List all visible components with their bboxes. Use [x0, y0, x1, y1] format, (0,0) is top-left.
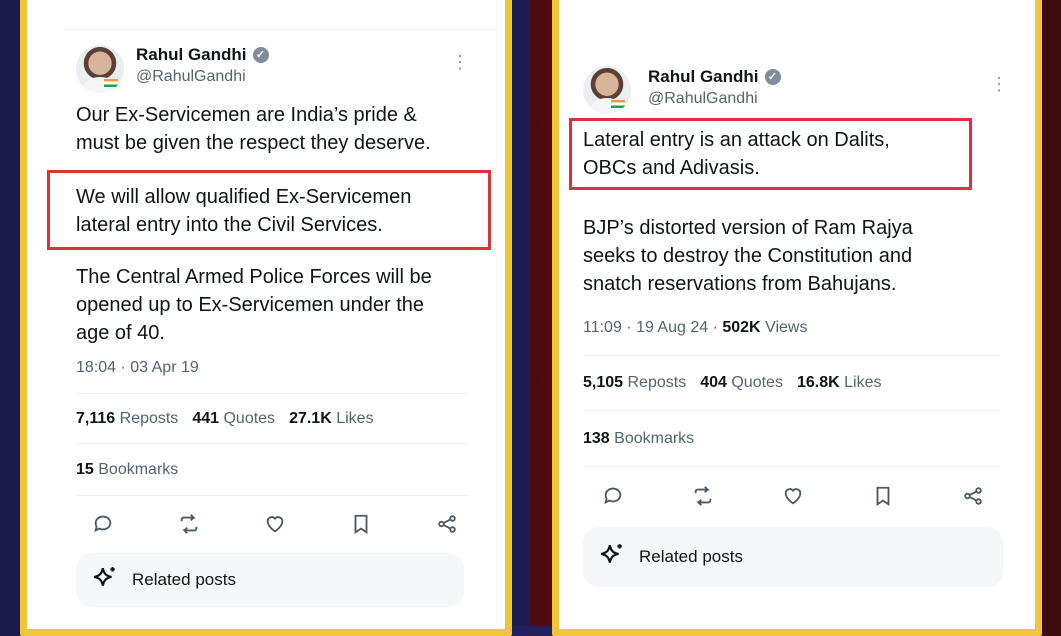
- related-posts-label: Related posts: [639, 547, 743, 566]
- verified-icon: ✓: [764, 69, 781, 85]
- text-line: OBCs and Adivasis.: [583, 157, 760, 179]
- likes-stat[interactable]: 16.8K Likes: [797, 374, 882, 392]
- author-handle[interactable]: @RahulGandhi: [136, 68, 246, 86]
- sparkle-icon: [599, 542, 625, 573]
- right-tweet-card: Rahul Gandhi ✓ @RahulGandhi ⋮ Lateral en…: [559, 0, 1035, 629]
- text-line: snatch reservations from Bahujans.: [583, 273, 897, 295]
- text-line: The Central Armed Police Forces will be: [76, 266, 432, 288]
- bookmark-icon[interactable]: [350, 513, 372, 540]
- share-icon[interactable]: [962, 485, 984, 512]
- top-divider: [63, 29, 495, 30]
- author-handle[interactable]: @RahulGandhi: [648, 90, 758, 108]
- share-icon[interactable]: [436, 513, 458, 540]
- engagement-stats: 7,116 Reposts 441 Quotes 27.1K Likes: [76, 410, 374, 428]
- action-bar: [602, 485, 984, 512]
- timestamp[interactable]: 18:04 · 03 Apr 19: [76, 359, 199, 377]
- divider: [583, 355, 1000, 356]
- avatar[interactable]: [583, 66, 631, 114]
- divider: [76, 495, 469, 496]
- text-line: must be given the respect they deserve.: [76, 132, 431, 154]
- engagement-stats: 5,105 Reposts 404 Quotes 16.8K Likes: [583, 374, 881, 392]
- related-posts-label: Related posts: [132, 570, 236, 589]
- text-line: lateral entry into the Civil Services.: [76, 214, 383, 236]
- tweet-paragraph-3: The Central Armed Police Forces will be …: [76, 263, 432, 347]
- related-posts-button[interactable]: Related posts: [583, 527, 1003, 587]
- views-label: Views: [765, 319, 808, 336]
- left-tweet-frame: Rahul Gandhi ✓ @RahulGandhi ⋮ Our Ex-Ser…: [20, 0, 512, 636]
- divider: [76, 393, 469, 394]
- bookmark-icon[interactable]: [872, 485, 894, 512]
- text-line: We will allow qualified Ex-Servicemen: [76, 186, 412, 208]
- repost-icon[interactable]: [178, 513, 200, 540]
- timestamp[interactable]: 11:09 · 19 Aug 24 ·: [583, 319, 722, 336]
- action-bar: [92, 513, 458, 540]
- tweet-paragraph-2: BJP’s distorted version of Ram Rajya see…: [583, 214, 913, 298]
- bookmarks-stats: 138 Bookmarks: [583, 430, 694, 448]
- bookmarks-stat[interactable]: 138 Bookmarks: [583, 430, 694, 448]
- right-tweet-frame: Rahul Gandhi ✓ @RahulGandhi ⋮ Lateral en…: [552, 0, 1042, 636]
- more-icon[interactable]: ⋮: [451, 53, 469, 71]
- more-icon[interactable]: ⋮: [990, 75, 1008, 93]
- likes-stat[interactable]: 27.1K Likes: [289, 410, 374, 428]
- bookmarks-stats: 15 Bookmarks: [76, 461, 178, 479]
- left-tweet-card: Rahul Gandhi ✓ @RahulGandhi ⋮ Our Ex-Ser…: [27, 0, 505, 629]
- like-icon[interactable]: [264, 513, 286, 540]
- verified-icon: ✓: [252, 47, 269, 63]
- related-posts-button[interactable]: Related posts: [76, 553, 464, 607]
- tweet-paragraph-1: Lateral entry is an attack on Dalits, OB…: [583, 126, 890, 182]
- quotes-stat[interactable]: 404 Quotes: [700, 374, 783, 392]
- text-line: seeks to destroy the Constitution and: [583, 245, 913, 267]
- divider: [583, 410, 1000, 411]
- text-line: opened up to Ex-Servicemen under the: [76, 294, 424, 316]
- reposts-stat[interactable]: 7,116 Reposts: [76, 410, 178, 428]
- quotes-stat[interactable]: 441 Quotes: [192, 410, 275, 428]
- like-icon[interactable]: [782, 485, 804, 512]
- sparkle-icon: [92, 565, 118, 596]
- tweet-paragraph-2: We will allow qualified Ex-Servicemen la…: [76, 183, 411, 239]
- reposts-stat[interactable]: 5,105 Reposts: [583, 374, 686, 392]
- views-count: 502K: [722, 319, 761, 336]
- divider: [583, 466, 1000, 467]
- divider: [76, 443, 469, 444]
- author-row: Rahul Gandhi ✓: [648, 67, 781, 87]
- text-line: Our Ex-Servicemen are India’s pride &: [76, 104, 417, 126]
- reply-icon[interactable]: [92, 513, 114, 540]
- text-line: age of 40.: [76, 322, 165, 344]
- author-name[interactable]: Rahul Gandhi: [648, 67, 759, 87]
- text-line: Lateral entry is an attack on Dalits,: [583, 129, 890, 151]
- repost-icon[interactable]: [692, 485, 714, 512]
- author-name[interactable]: Rahul Gandhi: [136, 45, 247, 65]
- tweet-paragraph-1: Our Ex-Servicemen are India’s pride & mu…: [76, 101, 431, 157]
- text-line: BJP’s distorted version of Ram Rajya: [583, 217, 913, 239]
- author-row: Rahul Gandhi ✓: [136, 45, 269, 65]
- avatar[interactable]: [76, 45, 124, 93]
- reply-icon[interactable]: [602, 485, 624, 512]
- bookmarks-stat[interactable]: 15 Bookmarks: [76, 461, 178, 479]
- timestamp-views: 11:09 · 19 Aug 24 · 502K Views: [583, 319, 807, 337]
